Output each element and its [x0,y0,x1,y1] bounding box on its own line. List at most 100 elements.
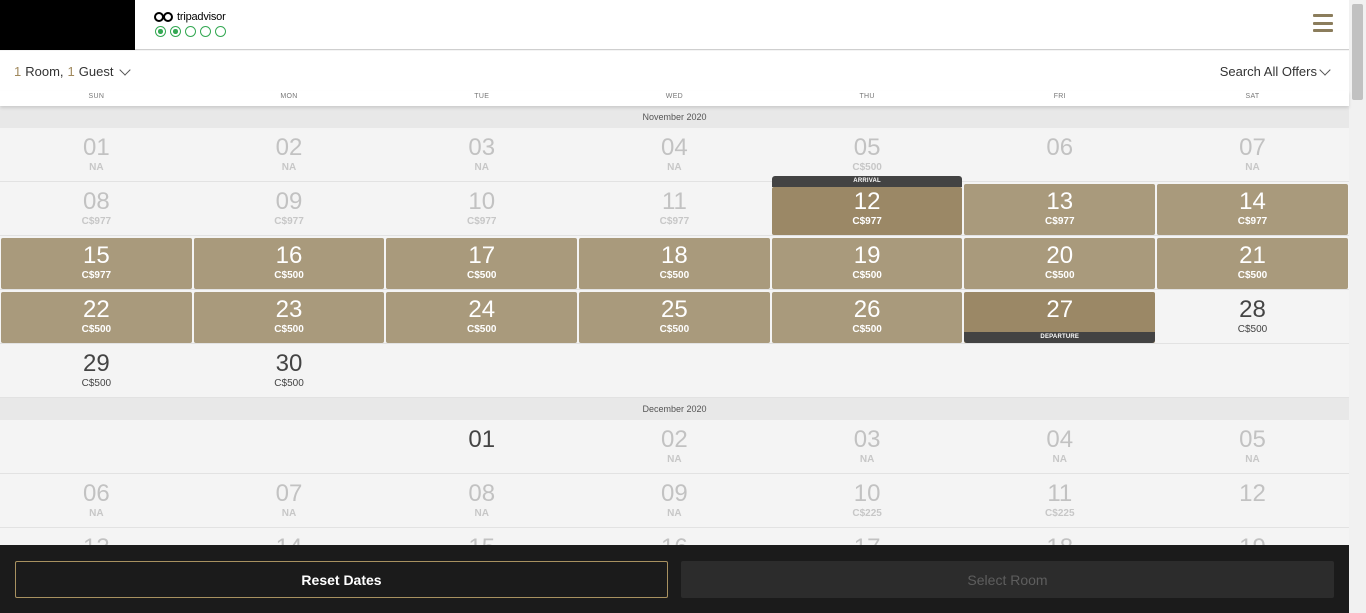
weekday-label: SAT [1245,93,1260,100]
calendar-day[interactable]: 15 [385,528,578,546]
calendar-day[interactable]: 12 [1156,474,1349,528]
calendar-day[interactable]: 29 C$500 [0,344,193,398]
day-number: 19 [1156,528,1349,546]
calendar-day[interactable]: 21 C$500 [1156,236,1349,290]
calendar-week: 01 NA 02 NA 03 NA 04 NA 05 C$500 06 07 NA [0,128,1349,182]
hamburger-icon[interactable] [1313,14,1333,32]
calendar-day[interactable]: 04 NA [578,128,771,182]
day-price: NA [474,508,489,519]
calendar-day[interactable]: 04 NA [963,420,1156,474]
calendar-day[interactable]: 30 C$500 [193,344,386,398]
calendar-day[interactable]: 14 C$977 [1156,182,1349,236]
calendar-day[interactable]: 18 C$500 [578,236,771,290]
rating-bubble-icon [185,26,196,37]
calendar-day[interactable]: 10 C$977 [385,182,578,236]
day-price: C$500 [1045,270,1075,281]
rating-bubble-icon [155,26,166,37]
day-price: NA [1052,454,1067,465]
calendar-day[interactable]: 03 NA [771,420,964,474]
calendar-empty-cell [1156,344,1349,398]
calendar-day[interactable]: 07 NA [193,474,386,528]
day-price: C$977 [81,270,112,281]
day-number: 07 [275,480,303,507]
calendar-day[interactable]: 03 NA [385,128,578,182]
calendar-day[interactable]: 14 [193,528,386,546]
calendar-day[interactable]: 19 C$500 [771,236,964,290]
scrollbar-thumb[interactable] [1352,4,1363,100]
calendar-day[interactable]: 16 C$500 [193,236,386,290]
day-price: NA [859,454,875,465]
calendar-day[interactable]: 02 NA [193,128,386,182]
calendar-day[interactable]: 22 C$500 [0,290,193,344]
calendar-day[interactable]: 24 C$500 [385,290,578,344]
calendar-day[interactable]: 01 NA [0,128,193,182]
day-price: C$500 [1237,324,1268,335]
departure-tag: DEPARTURE [964,332,1156,343]
rooms-guests-selector[interactable]: 1 Room, 1 Guest [14,63,132,79]
day-number: 14 [193,528,386,546]
calendar-day[interactable]: 11 C$225 [963,474,1156,528]
day-price: C$977 [1237,216,1268,227]
calendar-day[interactable]: 26 C$500 [771,290,964,344]
day-number: 05 [1239,426,1266,453]
calendar-day[interactable]: 28 C$500 [1156,290,1349,344]
day-price: C$500 [852,270,882,281]
weekday-label: FRI [1053,93,1066,100]
day-number: 11 [661,188,687,215]
calendar-week: 13141516171819 [0,528,1349,546]
calendar-day[interactable]: DEPARTURE 27 [963,290,1156,344]
day-number: 02 [275,134,303,161]
day-number: 21 [1239,242,1266,269]
calendar-day[interactable]: 11 C$977 [578,182,771,236]
rating-bubble-icon [215,26,226,37]
day-price: C$500 [274,270,304,281]
calendar-day[interactable]: 23 C$500 [193,290,386,344]
calendar-day[interactable]: ARRIVAL 12 C$977 [771,176,964,236]
calendar-day[interactable]: 17 [771,528,964,546]
day-number: 12 [1239,480,1266,507]
day-price: C$977 [852,216,882,227]
calendar-empty-cell [193,420,386,474]
calendar-day[interactable]: 13 [0,528,193,546]
hotel-logo[interactable] [0,0,135,50]
calendar-day[interactable]: 09 C$977 [193,182,386,236]
calendar-day[interactable]: 08 NA [385,474,578,528]
calendar-day[interactable]: 18 [963,528,1156,546]
day-price: NA [281,162,297,173]
calendar-day[interactable]: 19 [1156,528,1349,546]
day-number: 24 [468,296,496,323]
calendar-day[interactable]: 15 C$977 [0,236,193,290]
calendar-day[interactable]: 06 [963,128,1156,182]
calendar-day[interactable]: 25 C$500 [578,290,771,344]
calendar-week: 15 C$977 16 C$500 17 C$500 18 C$500 19 C$500 20 C$5… [0,236,1349,290]
day-number: 03 [853,426,881,453]
day-number: 25 [661,296,688,323]
rating-bubbles [155,26,226,37]
vertical-scrollbar[interactable] [1349,0,1366,613]
reset-dates-button[interactable]: Reset Dates [15,561,668,598]
calendar-day[interactable]: 05 NA [1156,420,1349,474]
calendar-day[interactable]: 07 NA [1156,128,1349,182]
calendar-day[interactable]: 13 C$977 [963,182,1156,236]
calendar-day[interactable]: 20 C$500 [963,236,1156,290]
calendar-day[interactable]: 09 NA [578,474,771,528]
select-room-button[interactable]: Select Room [681,561,1334,598]
tripadvisor-rating[interactable]: tripadvisor [154,11,226,37]
calendar-day[interactable]: 16 [578,528,771,546]
day-price: C$500 [81,324,112,335]
day-price: C$225 [852,508,882,519]
day-price: C$225 [1045,508,1075,519]
day-number: 19 [853,242,881,269]
rating-bubble-icon [170,26,181,37]
calendar-day[interactable]: 17 C$500 [385,236,578,290]
calendar-day[interactable]: 01 [385,420,578,474]
day-number: 13 [0,528,193,546]
day-number: 09 [661,480,688,507]
guests-count: 1 [67,64,75,79]
calendar-day[interactable]: 06 NA [0,474,193,528]
calendar-day[interactable]: 05 C$500 [771,128,964,182]
calendar-day[interactable]: 10 C$225 [771,474,964,528]
calendar-day[interactable]: 08 C$977 [0,182,193,236]
search-offers-dropdown[interactable]: Search All Offers [1220,63,1331,79]
calendar-day[interactable]: 02 NA [578,420,771,474]
